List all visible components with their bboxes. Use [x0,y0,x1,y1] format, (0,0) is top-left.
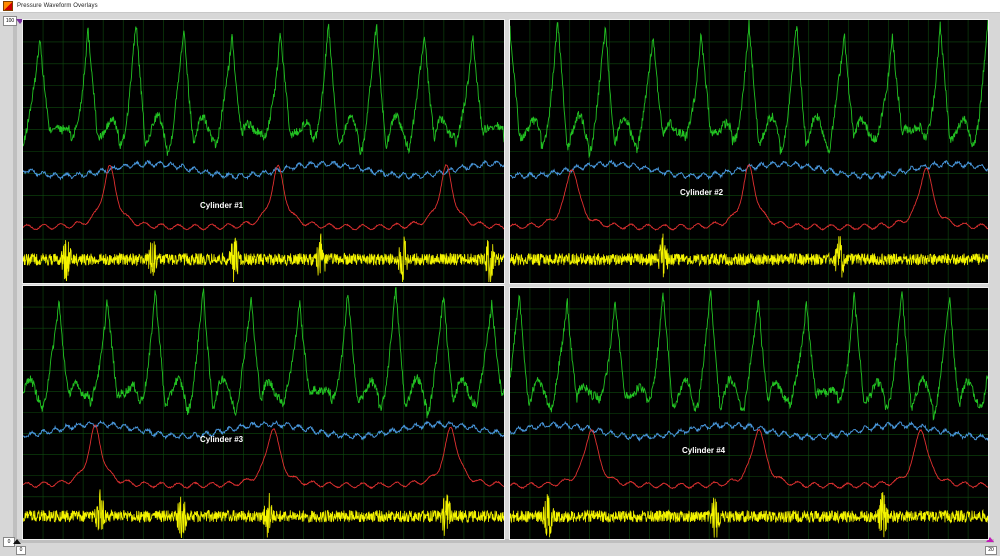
cylinder-1-panel[interactable]: Cylinder #1 [22,19,505,284]
x-min-marker-icon[interactable] [13,539,21,544]
cylinder-2-waveform [510,20,988,283]
cylinder-1-label: Cylinder #1 [200,201,244,210]
vertical-scale-bar[interactable] [13,20,17,539]
y-max-input[interactable]: 100 [3,16,17,26]
x-min-input[interactable]: 0 [16,546,26,555]
grid-lines [23,20,504,283]
cylinder-4-panel[interactable]: Cylinder #4 [509,287,989,540]
grid-lines [510,20,988,283]
window-title: Pressure Waveform Overlays [17,3,98,9]
cylinder-3-label: Cylinder #3 [200,435,244,444]
cylinder-1-waveform [23,20,504,283]
grid-lines [23,286,504,539]
title-bar: Pressure Waveform Overlays [0,0,1000,13]
cylinder-4-label: Cylinder #4 [682,446,726,455]
cylinder-2-panel[interactable]: Cylinder #2 [509,19,989,284]
app-icon [3,1,13,11]
cylinder-3-panel[interactable]: Cylinder #3 [22,285,505,540]
cylinder-4-waveform [510,288,988,539]
grid-lines [510,288,988,539]
cylinder-3-waveform [23,286,504,539]
cylinder-2-label: Cylinder #2 [680,188,724,197]
x-max-input[interactable]: 20 [985,546,997,555]
